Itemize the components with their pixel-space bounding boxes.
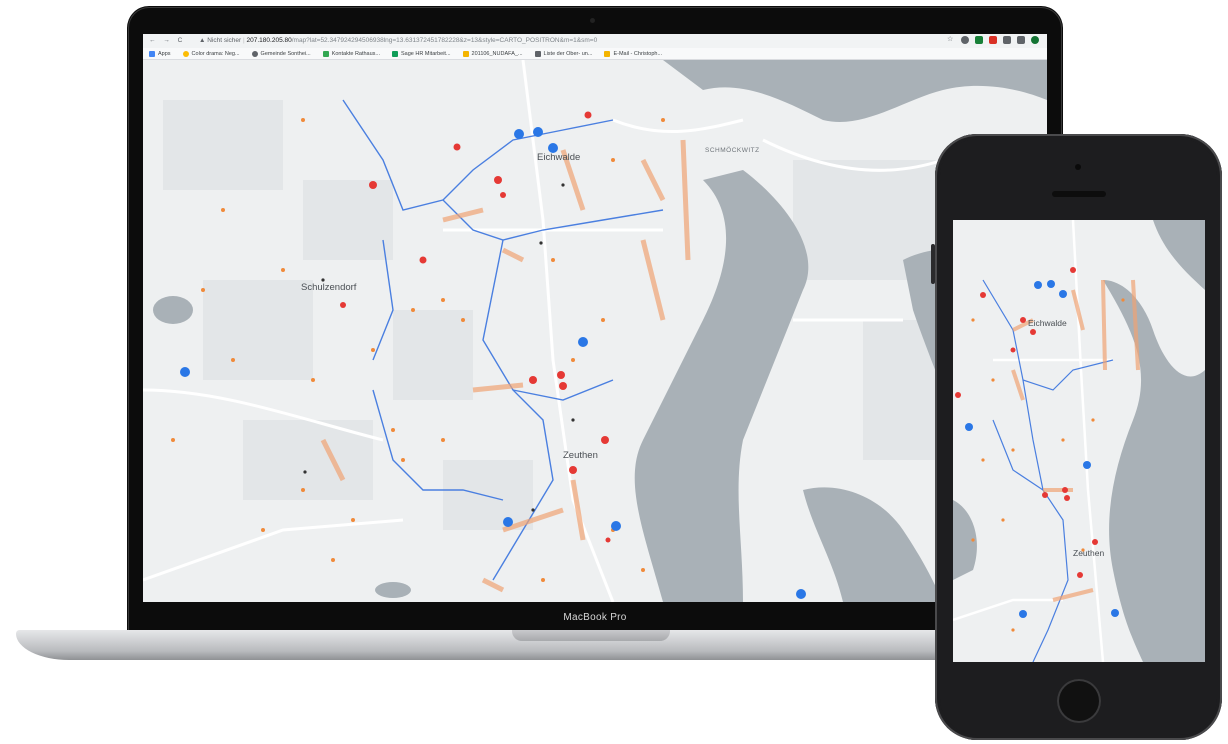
bookmark-item[interactable]: 201106_NUDAFA_... [462,50,523,57]
extension-icons: ☆ [947,36,1039,44]
url-host: 207.180.205.80 [246,37,292,44]
url-path: /map?lat=52.347924294506938lng=13.631372… [291,37,598,44]
browser-nav-icons[interactable]: ← → C [149,37,185,44]
bookmark-item[interactable]: Kontakte Rathaus... [322,50,381,57]
home-button[interactable] [1057,679,1101,723]
apps-icon [149,50,155,57]
map-canvas[interactable]: Eichwalde Schulzendorf Zeuthen SCHMÖCKWI… [143,60,1047,602]
bookmark-item[interactable]: Gemeinde Sonthei... [251,50,311,57]
bookmark-label: E-Mail - Christoph... [613,50,663,57]
extension-icon[interactable] [975,36,983,44]
map-view[interactable]: Eichwalde Schulzendorf Zeuthen SCHMÖCKWI… [143,60,1047,602]
bookmark-item[interactable]: Liste der Ober- un... [534,50,593,57]
security-label: Nicht sicher [207,37,242,44]
phone-frame: Eichwalde Zeuthen [931,134,1222,740]
map-label-zeuthen: Zeuthen [1073,548,1104,558]
address-bar[interactable]: ▲ Nicht sicher | 207.180.205.80/map?lat=… [199,36,899,45]
warning-icon: ▲ [199,37,208,44]
globe-icon [251,50,258,57]
chrome-icon [182,50,189,57]
phone-screen[interactable]: Eichwalde Zeuthen [953,220,1205,662]
contacts-icon [322,50,329,57]
laptop-screen: ← → C ▲ Nicht sicher | 207.180.205.80/ma… [143,34,1047,602]
bookmark-label: Liste der Ober- un... [543,50,593,57]
extension-icon[interactable] [961,36,969,44]
laptop-brand: MacBook Pro [563,612,627,623]
phone-camera [1075,164,1081,170]
bookmark-item[interactable]: Color drama: Neg... [182,50,240,57]
bookmark-item[interactable]: Apps [149,50,171,57]
browser-toolbar: ← → C ▲ Nicht sicher | 207.180.205.80/ma… [143,34,1047,49]
bookmarks-bar: Apps Color drama: Neg... Gemeinde Sonthe… [143,48,1047,60]
puzzle-icon[interactable] [1017,36,1025,44]
bookmark-label: 201106_NUDAFA_... [471,50,523,57]
laptop-camera [590,18,595,23]
bookmark-item[interactable]: Sage HR Mitarbeit... [392,50,451,57]
phone-speaker [1052,191,1106,197]
bookmark-label: Gemeinde Sonthei... [260,50,311,57]
sage-icon [392,50,399,57]
avatar[interactable] [1031,36,1039,44]
bookmark-label: Apps [158,50,171,57]
bookmark-item[interactable]: E-Mail - Christoph... [604,50,663,57]
map-label-schulzendorf: Schulzendorf [301,282,357,293]
map-label-zeuthen: Zeuthen [563,450,598,461]
laptop-frame: ← → C ▲ Nicht sicher | 207.180.205.80/ma… [127,6,1063,632]
folder-icon [462,50,469,57]
map-label-schmockwitz: SCHMÖCKWITZ [705,146,760,154]
map-label-eichwalde: Eichwalde [1028,318,1067,328]
extension-icon[interactable] [1003,36,1011,44]
wikipedia-icon [534,50,541,57]
star-icon[interactable]: ☆ [947,36,955,44]
phone-map-canvas[interactable]: Eichwalde Zeuthen [953,220,1205,662]
bookmark-label: Color drama: Neg... [191,50,240,57]
laptop-notch [512,630,670,641]
bookmark-label: Kontakte Rathaus... [331,50,381,57]
bookmark-label: Sage HR Mitarbeit... [401,50,451,57]
mail-icon [604,50,611,57]
map-label-eichwalde: Eichwalde [537,152,580,163]
extension-icon[interactable] [989,36,997,44]
